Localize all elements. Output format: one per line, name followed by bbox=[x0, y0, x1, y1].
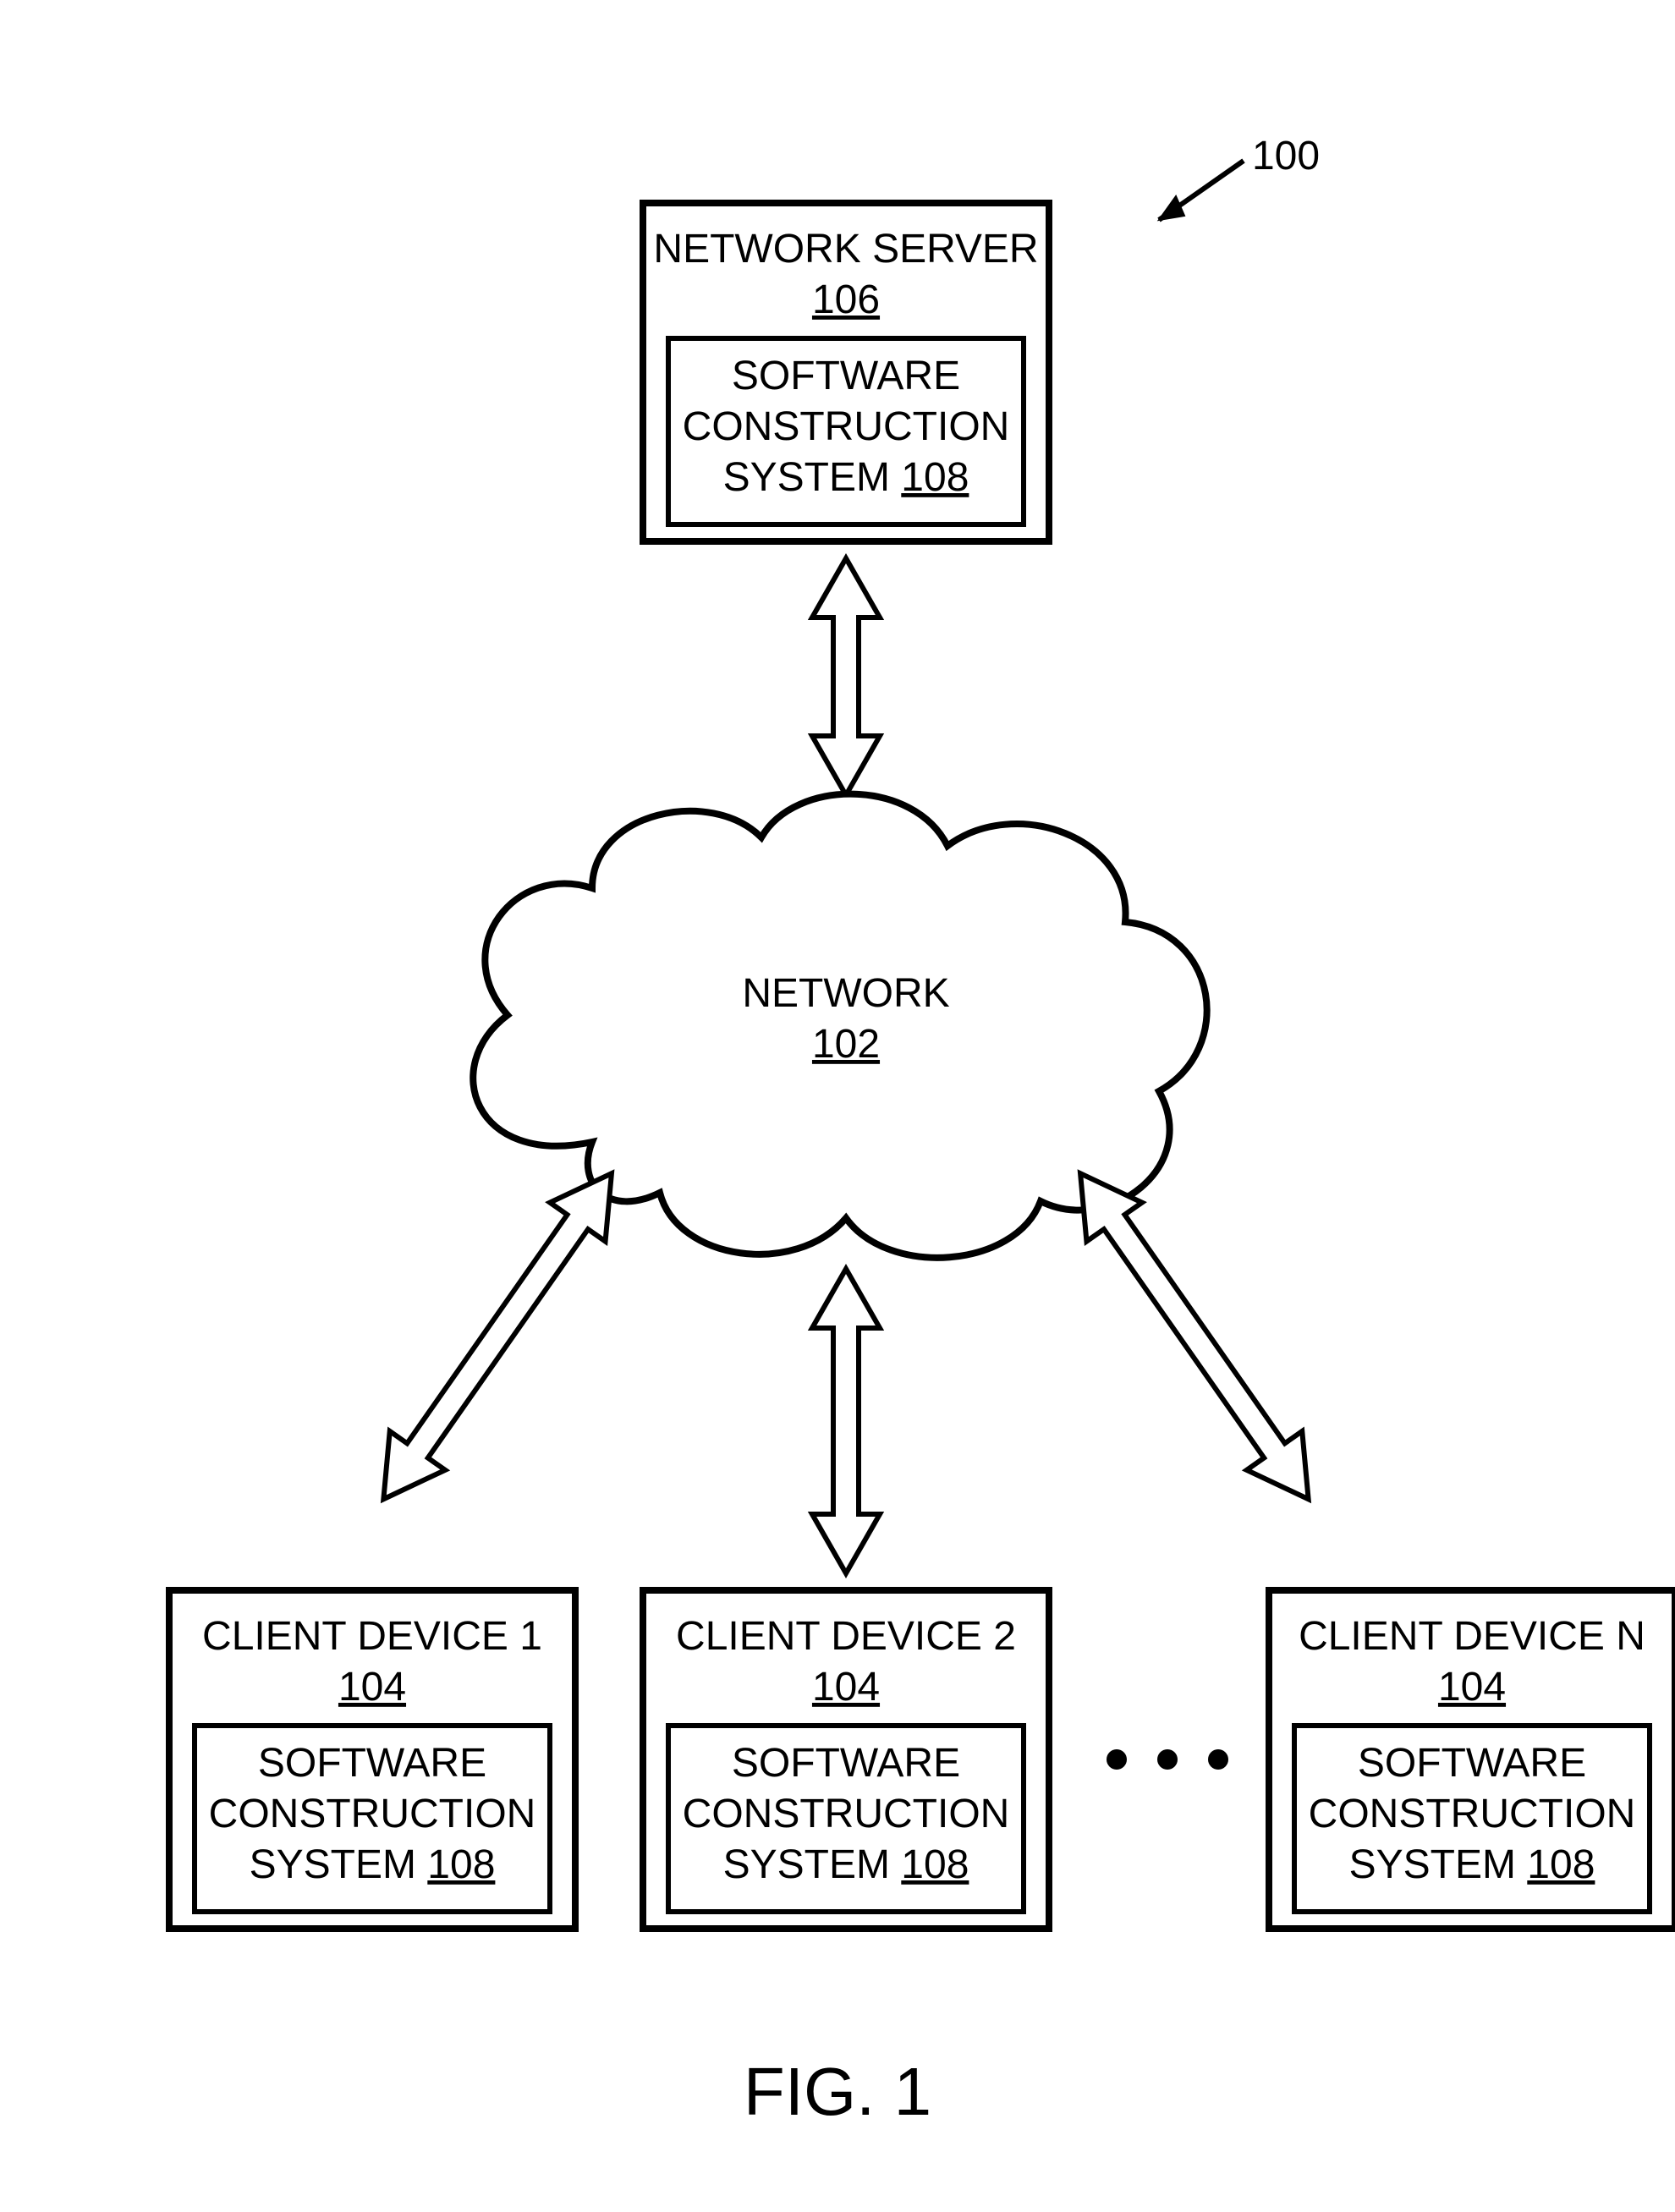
clientN-box: CLIENT DEVICE N 104 SOFTWARE CONSTRUCTIO… bbox=[1269, 1590, 1675, 1929]
network-server-title: NETWORK SERVER bbox=[653, 227, 1038, 272]
network-ref: 102 bbox=[812, 1022, 880, 1067]
server-inner-line2: CONSTRUCTION bbox=[683, 404, 1010, 449]
diagram-canvas: 100 NETWORK SERVER 106 SOFTWARE CONSTRUC… bbox=[0, 0, 1675, 2212]
network-server-box: NETWORK SERVER 106 SOFTWARE CONSTRUCTION… bbox=[643, 203, 1049, 541]
ellipsis-dots bbox=[1107, 1749, 1228, 1770]
clientN-inner-box: SOFTWARE CONSTRUCTION SYSTEM 108 bbox=[1294, 1726, 1650, 1912]
clientN-inner-line2: CONSTRUCTION bbox=[1309, 1792, 1636, 1836]
client2-title: CLIENT DEVICE 2 bbox=[676, 1614, 1016, 1659]
figure-ref-marker: 100 bbox=[1159, 134, 1320, 220]
server-inner-box: SOFTWARE CONSTRUCTION SYSTEM 108 bbox=[668, 338, 1024, 524]
client2-inner-box: SOFTWARE CONSTRUCTION SYSTEM 108 bbox=[668, 1726, 1024, 1912]
client1-inner-line1: SOFTWARE bbox=[258, 1741, 486, 1786]
client2-inner-line3: SYSTEM 108 bbox=[723, 1842, 969, 1887]
client2-inner-line2: CONSTRUCTION bbox=[683, 1792, 1010, 1836]
clientN-inner-line1: SOFTWARE bbox=[1358, 1741, 1586, 1786]
arrow-network-client2 bbox=[812, 1269, 880, 1573]
network-label: NETWORK bbox=[742, 971, 949, 1016]
clientN-inner-line3: SYSTEM 108 bbox=[1349, 1842, 1595, 1887]
arrow-network-clientN bbox=[1052, 1154, 1336, 1518]
client1-title: CLIENT DEVICE 1 bbox=[202, 1614, 542, 1659]
server-inner-line1: SOFTWARE bbox=[732, 354, 960, 398]
figure-label: FIG. 1 bbox=[744, 2054, 931, 2129]
arrow-server-network bbox=[812, 558, 880, 795]
client2-inner-line1: SOFTWARE bbox=[732, 1741, 960, 1786]
figure-ref-number: 100 bbox=[1252, 134, 1320, 178]
client1-inner-box: SOFTWARE CONSTRUCTION SYSTEM 108 bbox=[195, 1726, 550, 1912]
client1-inner-line2: CONSTRUCTION bbox=[209, 1792, 536, 1836]
network-server-ref: 106 bbox=[812, 277, 880, 322]
clientN-title: CLIENT DEVICE N bbox=[1299, 1614, 1645, 1659]
client1-inner-line3: SYSTEM 108 bbox=[250, 1842, 496, 1887]
client2-box: CLIENT DEVICE 2 104 SOFTWARE CONSTRUCTIO… bbox=[643, 1590, 1049, 1929]
clientN-ref: 104 bbox=[1438, 1665, 1506, 1710]
arrow-network-client1 bbox=[356, 1154, 640, 1518]
client1-ref: 104 bbox=[338, 1665, 406, 1710]
client1-box: CLIENT DEVICE 1 104 SOFTWARE CONSTRUCTIO… bbox=[169, 1590, 575, 1929]
client2-ref: 104 bbox=[812, 1665, 880, 1710]
server-inner-line3: SYSTEM 108 bbox=[723, 455, 969, 500]
